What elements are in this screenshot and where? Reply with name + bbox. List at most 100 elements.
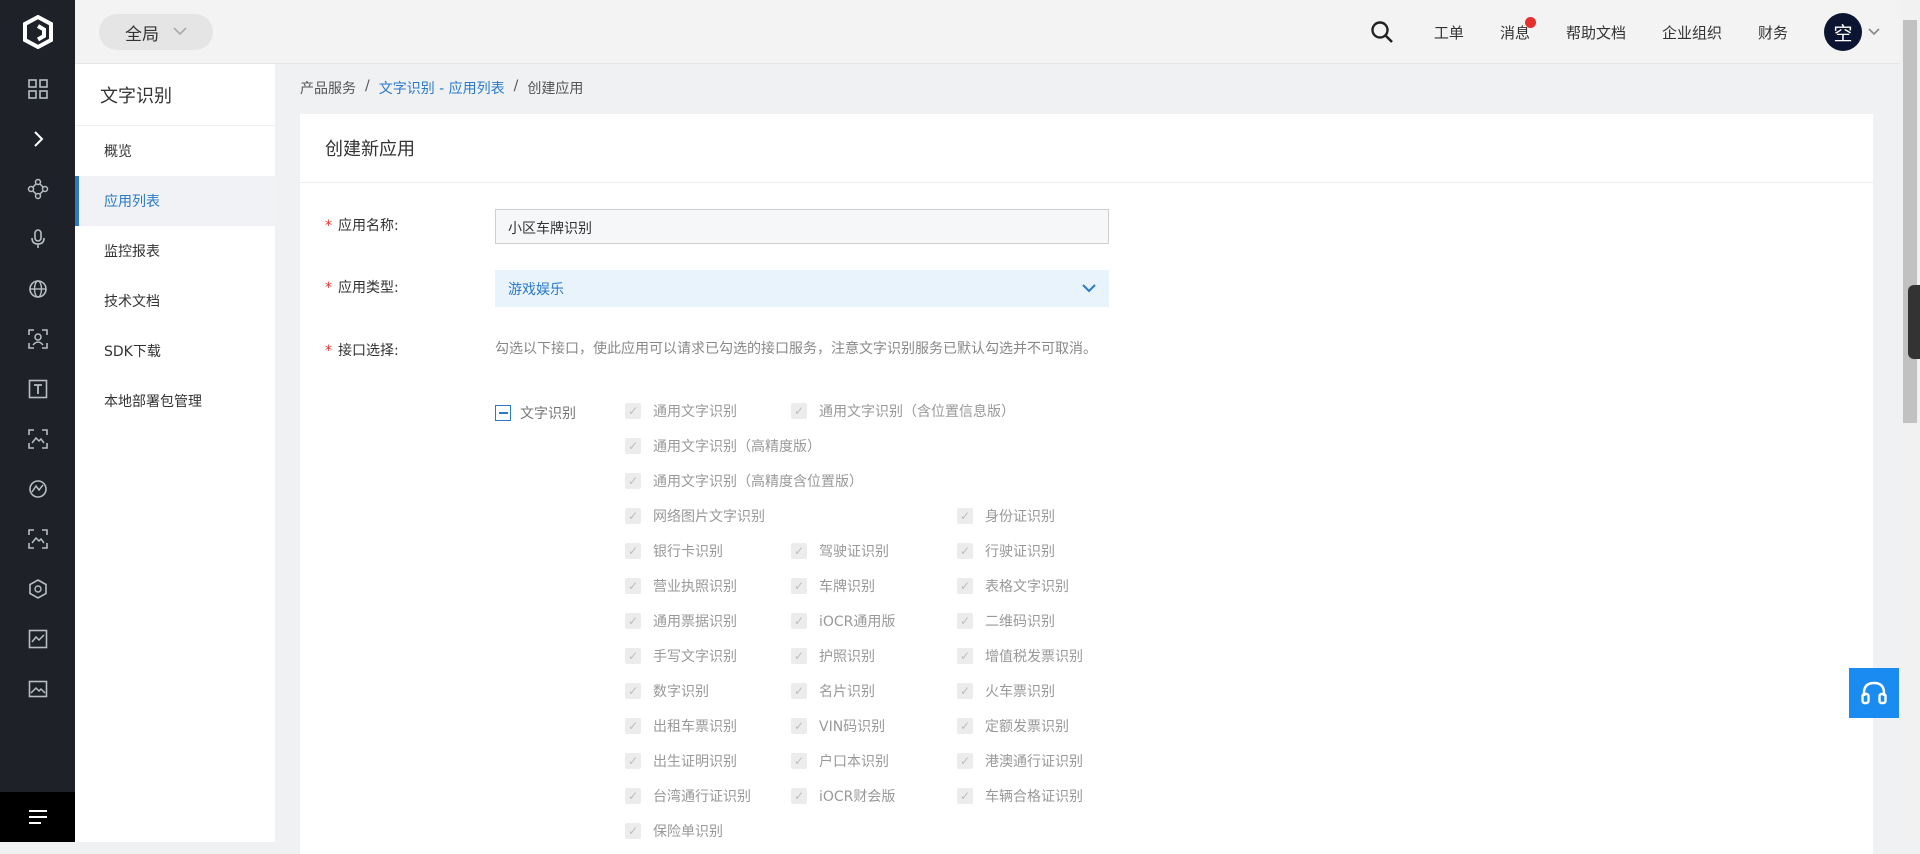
support-headset-button[interactable] [1849, 668, 1899, 718]
api-checkbox[interactable]: ✓ 名片识别 [791, 681, 875, 701]
headset-icon [1861, 681, 1887, 705]
required-mark: * [325, 218, 332, 234]
checkbox-checked-icon: ✓ [791, 403, 807, 419]
api-checkbox[interactable]: ✓ 手写文字识别 [625, 646, 737, 666]
api-checkbox[interactable]: ✓ 增值税发票识别 [957, 646, 1083, 666]
api-checkbox[interactable]: ✓ 二维码识别 [957, 611, 1055, 631]
api-checkbox-label: 身份证识别 [985, 509, 1055, 525]
vertical-scrollbar[interactable] [1900, 0, 1920, 842]
breadcrumb-sep: / [513, 78, 519, 94]
api-checkbox[interactable]: ✓ 表格文字识别 [957, 576, 1069, 596]
api-checkbox[interactable]: ✓ 网络图片文字识别 [625, 506, 765, 526]
grid-icon[interactable] [0, 64, 75, 114]
image-2-icon[interactable] [0, 514, 75, 564]
nav-help-docs[interactable]: 帮助文档 [1566, 22, 1626, 43]
api-checkbox[interactable]: ✓ 营业执照识别 [625, 576, 737, 596]
api-checkbox[interactable]: ✓ 港澳通行证识别 [957, 751, 1083, 771]
api-checkbox[interactable]: ✓ VIN码识别 [791, 716, 885, 736]
sidebar-item-app-list[interactable]: 应用列表 [75, 176, 275, 226]
microphone-icon[interactable] [0, 214, 75, 264]
api-checkbox-label: 营业执照识别 [653, 579, 737, 595]
api-checkbox[interactable]: ✓ 身份证识别 [957, 506, 1055, 526]
sidebar-item-local-deploy[interactable]: 本地部署包管理 [75, 376, 275, 426]
checkbox-checked-icon: ✓ [791, 648, 807, 664]
api-checkbox[interactable]: ✓ 车牌识别 [791, 576, 875, 596]
api-checkbox[interactable]: ✓ iOCR财会版 [791, 786, 895, 806]
api-checkbox[interactable]: ✓ 通用文字识别（含位置信息版） [791, 401, 1015, 421]
image-icon[interactable] [0, 414, 75, 464]
checkbox-checked-icon: ✓ [625, 648, 641, 664]
checkbox-checked-icon: ✓ [625, 683, 641, 699]
breadcrumb-sep: / [365, 78, 370, 94]
side-panel-handle[interactable] [1908, 285, 1920, 359]
api-checkbox[interactable]: ✓ 保险单识别 [625, 821, 723, 841]
api-checkbox[interactable]: ✓ 通用文字识别 [625, 401, 737, 421]
checkbox-checked-icon: ✓ [957, 578, 973, 594]
api-checkbox[interactable]: ✓ 户口本识别 [791, 751, 889, 771]
avatar[interactable]: 空 [1824, 13, 1862, 51]
top-nav: 工单 消息 帮助文档 企业组织 财务 空 [1362, 0, 1880, 64]
chevron-right-icon[interactable] [0, 114, 75, 164]
picture-icon[interactable] [0, 664, 75, 714]
avatar-chevron-icon[interactable] [1868, 25, 1880, 39]
sidebar-item-monitoring[interactable]: 监控报表 [75, 226, 275, 276]
scrollbar-thumb[interactable] [1903, 20, 1917, 423]
text-icon[interactable] [0, 364, 75, 414]
api-checkbox[interactable]: ✓ 银行卡识别 [625, 541, 723, 561]
api-checkbox[interactable]: ✓ 驾驶证识别 [791, 541, 889, 561]
checkbox-checked-icon: ✓ [957, 753, 973, 769]
checkbox-checked-icon: ✓ [791, 683, 807, 699]
scope-selector[interactable]: 全局 [99, 14, 213, 50]
curve-icon[interactable] [0, 464, 75, 514]
globe-icon[interactable] [0, 264, 75, 314]
page-title: 创建新应用 [300, 114, 1873, 183]
api-checkbox[interactable]: ✓ 火车票识别 [957, 681, 1055, 701]
app-type-label: * 应用类型: [325, 277, 399, 297]
required-mark: * [325, 343, 332, 359]
sidebar-item-sdk-download[interactable]: SDK下载 [75, 326, 275, 376]
checkbox-checked-icon: ✓ [791, 718, 807, 734]
api-checkbox[interactable]: ✓ 出租车票识别 [625, 716, 737, 736]
api-checkbox[interactable]: ✓ 护照识别 [791, 646, 875, 666]
breadcrumb-home[interactable]: 产品服务 [300, 78, 356, 98]
sub-sidebar: 文字识别 概览 应用列表 监控报表 技术文档 SDK下载 本地部署包管理 [75, 64, 275, 842]
nav-messages[interactable]: 消息 [1500, 16, 1536, 43]
app-type-select[interactable]: 游戏娱乐 [495, 270, 1109, 307]
api-checkbox[interactable]: ✓ 通用文字识别（高精度版） [625, 436, 821, 456]
nav-organization[interactable]: 企业组织 [1662, 22, 1722, 43]
top-bar: 全局 工单 消息 帮助文档 企业组织 财务 空 [75, 0, 1900, 64]
checkbox-checked-icon: ✓ [957, 683, 973, 699]
sidebar-item-tech-docs[interactable]: 技术文档 [75, 276, 275, 326]
ocr-group-toggle[interactable]: 文字识别 [495, 403, 576, 423]
api-checkbox[interactable]: ✓ 行驶证识别 [957, 541, 1055, 561]
breadcrumb-link[interactable]: 文字识别 - 应用列表 [379, 78, 505, 98]
search-icon[interactable] [1362, 20, 1402, 44]
sidebar-item-overview[interactable]: 概览 [75, 126, 275, 176]
api-checkbox[interactable]: ✓ 车辆合格证识别 [957, 786, 1083, 806]
app-name-label-text: 应用名称: [338, 218, 399, 234]
logo-icon[interactable] [0, 0, 75, 64]
api-checkbox[interactable]: ✓ 定额发票识别 [957, 716, 1069, 736]
ocr-group-label: 文字识别 [520, 406, 576, 422]
chevron-down-icon [1082, 281, 1096, 297]
chevron-down-icon [173, 25, 187, 39]
api-checkbox[interactable]: ✓ 出生证明识别 [625, 751, 737, 771]
api-checkbox[interactable]: ✓ 通用票据识别 [625, 611, 737, 631]
cube-icon[interactable] [0, 564, 75, 614]
api-description: 勾选以下接口，使此应用可以请求已勾选的接口服务，注意文字识别服务已默认勾选并不可… [495, 341, 1097, 357]
api-checkbox[interactable]: ✓ 通用文字识别（高精度含位置版） [625, 471, 863, 491]
checkbox-checked-icon: ✓ [791, 613, 807, 629]
api-checkbox[interactable]: ✓ 数字识别 [625, 681, 709, 701]
api-checkbox-label: 护照识别 [819, 649, 875, 665]
scan-icon[interactable] [0, 314, 75, 364]
api-checkbox[interactable]: ✓ 台湾通行证识别 [625, 786, 751, 806]
nav-finance[interactable]: 财务 [1758, 22, 1788, 43]
nodes-icon[interactable] [0, 164, 75, 214]
menu-icon[interactable] [0, 792, 75, 842]
checkbox-checked-icon: ✓ [625, 753, 641, 769]
nav-ticket[interactable]: 工单 [1434, 22, 1464, 43]
app-type-label-text: 应用类型: [338, 280, 399, 296]
api-checkbox[interactable]: ✓ iOCR通用版 [791, 611, 895, 631]
app-name-input[interactable]: 小区车牌识别 [495, 209, 1109, 244]
chart-icon[interactable] [0, 614, 75, 664]
